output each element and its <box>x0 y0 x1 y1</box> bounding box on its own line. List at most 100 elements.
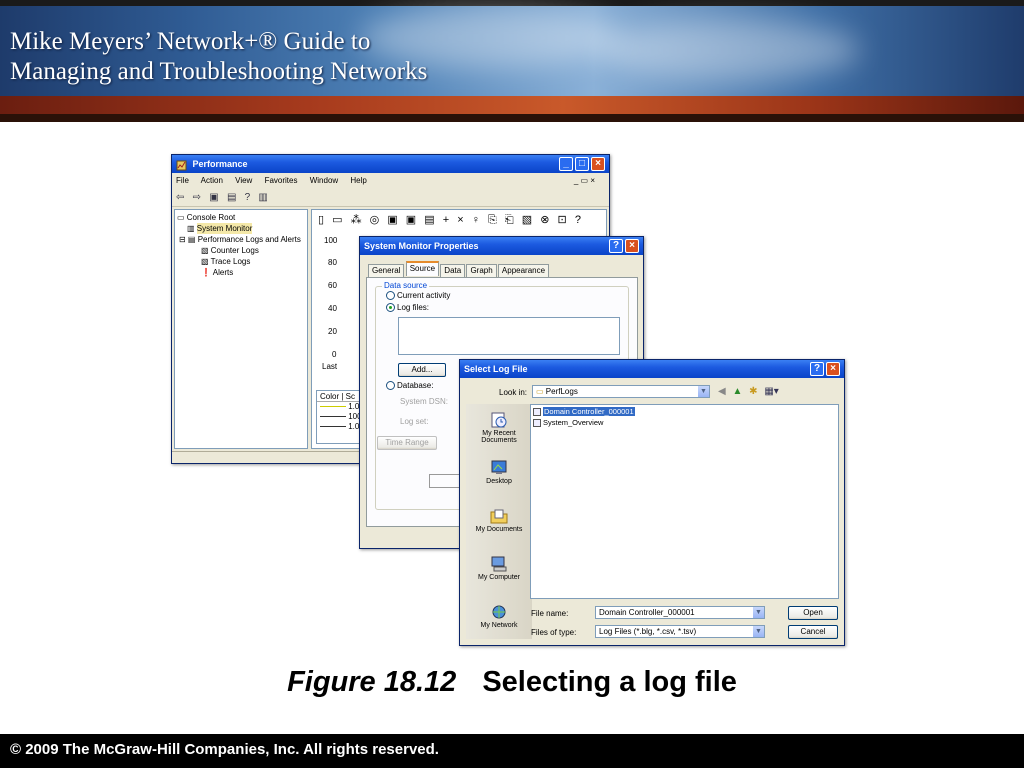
graph-toolbar: ▯ ▭ ⁂ ◎ ▣ ▣ ▤ + × ♀ ⎘ ⎗ ▧ ⊗ ⊡ ? <box>312 210 606 230</box>
tab-source[interactable]: Source <box>405 261 440 276</box>
header-banner: Mike Meyers’ Network+® Guide to Managing… <box>0 0 1024 122</box>
add-counter-icon[interactable]: + <box>443 214 449 226</box>
forward-icon[interactable]: ⇨ <box>193 189 201 207</box>
update-data-icon[interactable]: ⊡ <box>558 214 567 226</box>
menu-item-help[interactable]: Help <box>350 176 366 185</box>
my-documents-icon <box>490 509 508 524</box>
place-my-network[interactable]: My Network <box>466 604 532 629</box>
chevron-down-icon: ▼ <box>753 607 764 618</box>
close-button[interactable]: × <box>625 239 639 253</box>
console-tree: ▭ Console Root ▥ System Monitor ⊟ ▤ Perf… <box>174 209 308 449</box>
tree-item-trace-logs[interactable]: ▧ Trace Logs <box>177 256 305 267</box>
close-button[interactable]: × <box>826 362 840 376</box>
radio-current-activity[interactable]: Current activity <box>386 291 450 301</box>
menu-item-action[interactable]: Action <box>201 176 223 185</box>
up-icon[interactable]: ▣ <box>209 189 218 207</box>
chevron-down-icon: ▼ <box>753 626 764 637</box>
tab-data[interactable]: Data <box>440 264 466 277</box>
banner-red-band <box>0 96 1024 116</box>
clear-display-icon[interactable]: ▭ <box>332 214 342 226</box>
back-icon[interactable]: ◀ <box>718 386 726 397</box>
add-button[interactable]: Add... <box>398 363 446 377</box>
view-graph-icon[interactable]: ▣ <box>387 214 397 226</box>
view-current-activity-icon[interactable]: ⁂ <box>351 214 362 226</box>
tab-general[interactable]: General <box>368 264 405 277</box>
log-files-list[interactable] <box>398 317 620 355</box>
log-file-icon <box>533 419 541 428</box>
help-icon[interactable]: ? <box>575 214 581 226</box>
properties-icon[interactable]: ▧ <box>522 214 532 226</box>
up-folder-icon[interactable]: ▲ <box>732 386 742 397</box>
back-icon[interactable]: ⇦ <box>176 189 184 207</box>
look-in-combo[interactable]: ▭ PerfLogs ▼ <box>532 385 710 398</box>
menu-item-view[interactable]: View <box>235 176 252 185</box>
tab-appearance[interactable]: Appearance <box>497 264 550 277</box>
tree-item-performance-logs[interactable]: ⊟ ▤ Performance Logs and Alerts <box>177 234 305 245</box>
mdi-controls[interactable]: _ ▭ × <box>574 174 595 188</box>
file-name-input[interactable]: Domain Controller_000001 ▼ <box>595 606 765 619</box>
folder-icon: ▭ <box>536 387 544 396</box>
place-my-documents[interactable]: My Documents <box>466 508 532 533</box>
performance-titlebar[interactable]: Performance _ □ × <box>172 155 609 173</box>
tree-item-counter-logs[interactable]: ▧ Counter Logs <box>177 245 305 256</box>
copy-properties-icon[interactable]: ⎘ <box>488 214 497 226</box>
tree-item-console-root[interactable]: ▭ Console Root <box>177 212 305 223</box>
last-label: Last <box>322 362 338 371</box>
time-range-button[interactable]: Time Range <box>377 436 437 450</box>
tree-item-alerts[interactable]: ❗ Alerts <box>177 267 305 278</box>
help-button[interactable]: ? <box>609 239 623 253</box>
tab-graph[interactable]: Graph <box>466 264 497 277</box>
system-dsn-label: System DSN: <box>400 397 449 406</box>
log-file-icon <box>533 408 541 417</box>
view-histogram-icon[interactable]: ▣ <box>406 214 416 226</box>
place-my-recent-documents[interactable]: My Recent Documents <box>466 412 532 444</box>
show-hide-icon[interactable]: ▤ <box>227 189 236 207</box>
highlight-icon[interactable]: ♀ <box>472 214 480 226</box>
file-list[interactable]: Domain Controller_000001 System_Overview <box>530 404 839 599</box>
log-set-label: Log set: <box>400 417 429 426</box>
views-menu-icon[interactable]: ▦▾ <box>764 386 778 397</box>
close-button[interactable]: × <box>591 157 605 171</box>
footer-bar: © 2009 The McGraw-Hill Companies, Inc. A… <box>0 734 1024 768</box>
menu-item-favorites[interactable]: Favorites <box>265 176 298 185</box>
properties-icon[interactable]: ▥ <box>258 189 267 207</box>
open-button[interactable]: Open <box>788 606 838 620</box>
y-axis-label: 60 <box>328 281 337 290</box>
view-report-icon[interactable]: ▤ <box>424 214 434 226</box>
chevron-down-icon: ▼ <box>698 386 709 397</box>
menu-item-window[interactable]: Window <box>310 176 338 185</box>
maximize-button[interactable]: □ <box>575 157 589 171</box>
paste-counter-icon[interactable]: ⎗ <box>505 214 514 226</box>
delete-counter-icon[interactable]: × <box>457 214 463 226</box>
y-axis-label: 100 <box>324 236 338 245</box>
menu-bar: File Action View Favorites Window Help _… <box>172 174 609 188</box>
banner-title-line-1: Mike Meyers’ Network+® Guide to <box>10 28 371 55</box>
freeze-display-icon[interactable]: ⊗ <box>540 214 549 226</box>
help-button[interactable]: ? <box>810 362 824 376</box>
new-folder-icon[interactable]: ✱ <box>749 386 757 397</box>
properties-titlebar[interactable]: System Monitor Properties ? × <box>360 237 643 255</box>
minimize-button[interactable]: _ <box>559 157 573 171</box>
file-name-label: File name: <box>531 609 569 618</box>
figure-title: Selecting a log file <box>482 666 737 698</box>
file-type-select[interactable]: Log Files (*.blg, *.csv, *.tsv) ▼ <box>595 625 765 638</box>
new-counter-set-icon[interactable]: ▯ <box>318 214 324 226</box>
desktop-icon <box>491 460 507 474</box>
place-desktop[interactable]: Desktop <box>466 460 532 485</box>
select-log-titlebar[interactable]: Select Log File ? × <box>460 360 844 378</box>
view-log-data-icon[interactable]: ◎ <box>370 214 380 226</box>
tree-item-system-monitor[interactable]: ▥ System Monitor <box>177 223 305 234</box>
help-icon[interactable]: ? <box>245 189 251 207</box>
radio-database[interactable]: Database: <box>386 381 433 391</box>
navigation-toolbar: ◀ ▲ ✱ ▦▾ <box>718 386 783 397</box>
list-item[interactable]: Domain Controller_000001 <box>533 407 635 417</box>
banner-title-line-2: Managing and Troubleshooting Networks <box>10 58 428 85</box>
list-item[interactable]: System_Overview <box>533 418 603 428</box>
look-in-label: Look in: <box>499 388 528 397</box>
place-my-computer[interactable]: My Computer <box>466 556 532 581</box>
my-network-icon <box>492 605 506 619</box>
radio-log-files[interactable]: Log files: <box>386 303 429 313</box>
cancel-button[interactable]: Cancel <box>788 625 838 639</box>
menu-item-file[interactable]: File <box>176 176 189 185</box>
y-axis-label: 40 <box>328 304 337 313</box>
